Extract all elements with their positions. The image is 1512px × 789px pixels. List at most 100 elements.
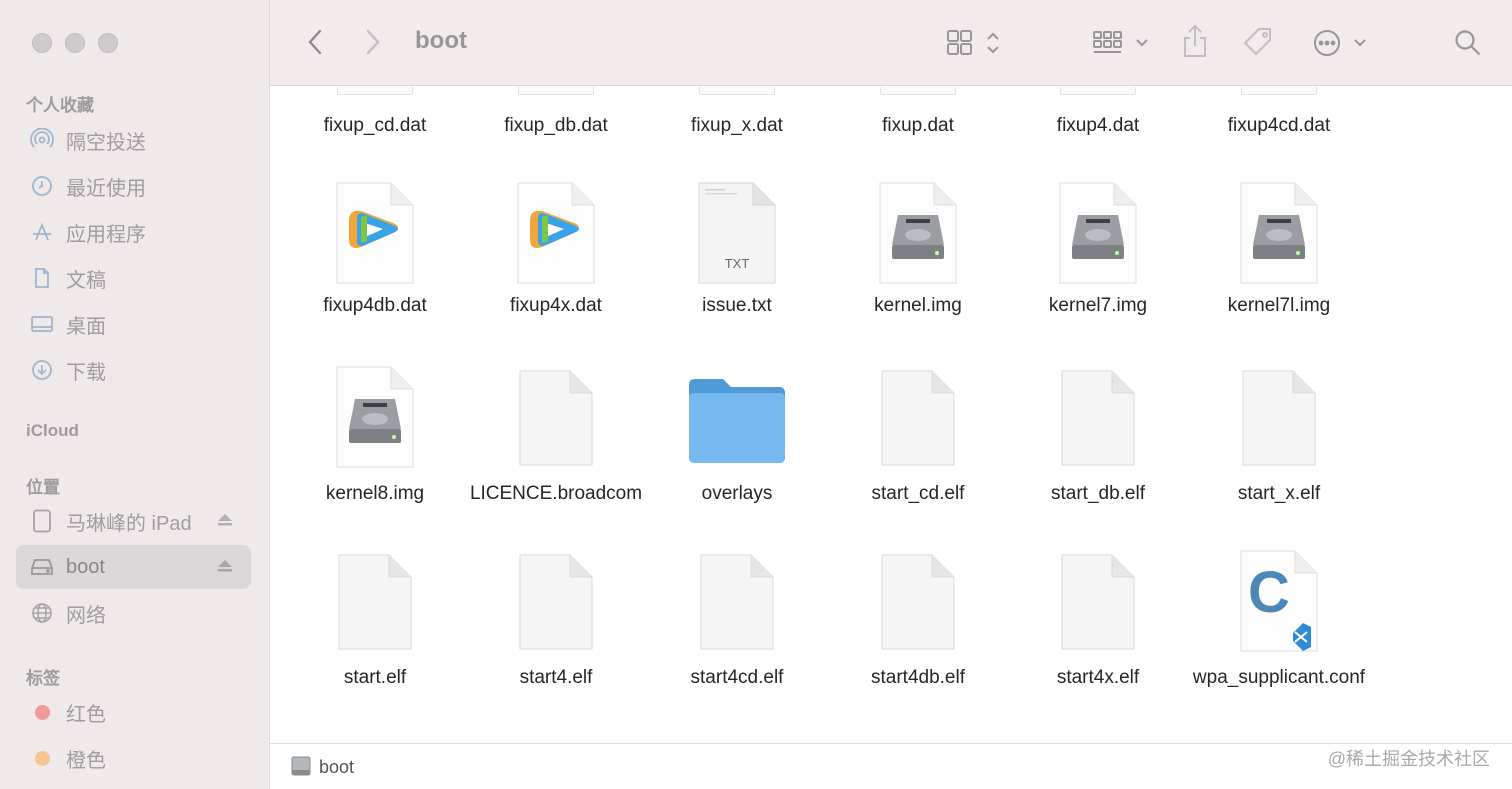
sidebar-item-tag-red[interactable]: 红色: [16, 690, 251, 734]
file-name: fixup4db.dat: [323, 295, 427, 316]
file-thumb: [337, 87, 413, 95]
eject-icon[interactable]: [217, 559, 233, 578]
grid-view-icon: [947, 30, 999, 55]
sidebar-item-label: 橙色: [66, 749, 106, 772]
sidebar-item-label: 文稿: [66, 269, 106, 292]
file-name: kernel8.img: [325, 483, 425, 504]
file-name: start_x.elf: [1237, 483, 1321, 504]
search-button[interactable]: [1452, 26, 1484, 60]
chevron-right-icon: [366, 29, 380, 55]
blank-file-icon: [1061, 554, 1135, 650]
sidebar-item-airdrop[interactable]: 隔空投送: [16, 118, 251, 162]
file-type-badge: C: [1248, 560, 1290, 625]
chevron-left-icon: [308, 29, 322, 55]
sidebar-item-label: 马琳峰的 iPad: [66, 512, 192, 535]
sidebar-item-network[interactable]: 网络: [16, 591, 251, 635]
finder-window: 个人收藏 隔空投送 最近使用 应用程序 文稿 桌面 下载 iCloud 位置 马…: [0, 0, 1512, 789]
watermark: @稀土掘金技术社区: [1327, 749, 1490, 769]
sidebar-item-documents[interactable]: 文稿: [16, 256, 251, 300]
favorites-title: 个人收藏: [26, 96, 94, 115]
desktop-icon: [29, 311, 55, 337]
sidebar-item-desktop[interactable]: 桌面: [16, 302, 251, 346]
blank-file-icon: [338, 554, 412, 650]
file-type-badge: TXT: [724, 256, 750, 271]
airdrop-icon: [29, 127, 55, 153]
file-name: wpa_supplicant.conf: [1192, 667, 1366, 688]
back-button[interactable]: [300, 26, 330, 58]
blank-file-icon: [519, 554, 593, 650]
ipad-icon: [29, 508, 55, 534]
blank-file-icon: [881, 554, 955, 650]
file-name: start4.elf: [519, 667, 593, 688]
file-name: start4cd.elf: [690, 667, 784, 688]
zoom-button[interactable]: [98, 33, 118, 53]
tag-button[interactable]: [1240, 24, 1276, 60]
file-name: overlays: [701, 483, 773, 504]
disk-icon: [290, 755, 312, 782]
eject-icon[interactable]: [217, 513, 233, 532]
blank-file-icon: [881, 370, 955, 466]
file-name: start_db.elf: [1051, 483, 1145, 504]
window-title: boot: [415, 27, 467, 54]
file-grid: fixup_cd.dat fixup_db.dat fixup_x.dat fi…: [270, 87, 1512, 743]
file-name: issue.txt: [702, 295, 772, 316]
more-actions-button[interactable]: [1310, 26, 1368, 60]
file-name: fixup_cd.dat: [323, 115, 427, 136]
share-icon: [1184, 24, 1206, 57]
sidebar-item-recents[interactable]: 最近使用: [16, 164, 251, 208]
file-name: fixup.dat: [882, 115, 954, 136]
blank-file-icon: [1061, 370, 1135, 466]
disk-image-icon: [336, 366, 414, 468]
minimize-button[interactable]: [65, 33, 85, 53]
file-name: start4x.elf: [1056, 667, 1140, 688]
file-name: kernel7l.img: [1227, 295, 1331, 316]
sidebar-item-ipad[interactable]: 马琳峰的 iPad: [16, 499, 251, 543]
blank-file-icon: [519, 370, 593, 466]
network-icon: [29, 600, 55, 626]
blank-file-icon: [1242, 370, 1316, 466]
disk-icon: [29, 554, 55, 580]
sidebar-item-label: 最近使用: [66, 177, 146, 200]
sidebar: 个人收藏 隔空投送 最近使用 应用程序 文稿 桌面 下载 iCloud 位置 马…: [0, 0, 270, 789]
sidebar-item-downloads[interactable]: 下载: [16, 348, 251, 392]
disk-image-icon: [879, 182, 957, 284]
red-tag-icon: [29, 699, 55, 725]
sidebar-item-tag-orange[interactable]: 橙色: [16, 736, 251, 780]
sidebar-item-label: 应用程序: [66, 223, 146, 246]
close-button[interactable]: [32, 33, 52, 53]
file-thumb: [518, 87, 594, 95]
sidebar-item-label: 下载: [66, 361, 106, 384]
view-mode-button[interactable]: [944, 26, 1004, 60]
file-name: kernel7.img: [1048, 295, 1148, 316]
group-view-icon: [1093, 31, 1148, 53]
path-bar: boot: [270, 743, 1512, 789]
file-name: fixup_x.dat: [691, 115, 783, 136]
video-file-icon: [336, 182, 414, 284]
path-bar-label[interactable]: boot: [319, 757, 354, 778]
file-name: fixup4x.dat: [510, 295, 602, 316]
sidebar-item-label: 桌面: [66, 315, 106, 338]
file-thumb: [1241, 87, 1317, 95]
forward-button[interactable]: [358, 26, 388, 58]
icloud-title: iCloud: [26, 421, 79, 440]
video-file-icon: [517, 182, 595, 284]
folder-icon: [689, 379, 785, 463]
sidebar-item-label: boot: [66, 555, 105, 578]
file-thumb: [1060, 87, 1136, 95]
sidebar-item-label: 红色: [66, 703, 106, 726]
sidebar-item-boot[interactable]: boot: [16, 545, 251, 589]
group-button[interactable]: [1090, 26, 1152, 60]
file-name: fixup_db.dat: [504, 115, 608, 136]
disk-image-icon: [1240, 182, 1318, 284]
file-name: LICENCE.broadcom: [469, 483, 643, 504]
file-name: start.elf: [343, 667, 407, 688]
apps-icon: [29, 219, 55, 245]
file-name: fixup4.dat: [1056, 115, 1140, 136]
share-button[interactable]: [1178, 22, 1212, 60]
clock-icon: [29, 173, 55, 199]
file-name: start4db.elf: [871, 667, 965, 688]
tags-title: 标签: [26, 669, 60, 688]
document-icon: [29, 265, 55, 291]
sidebar-item-applications[interactable]: 应用程序: [16, 210, 251, 254]
locations-title: 位置: [26, 478, 60, 497]
